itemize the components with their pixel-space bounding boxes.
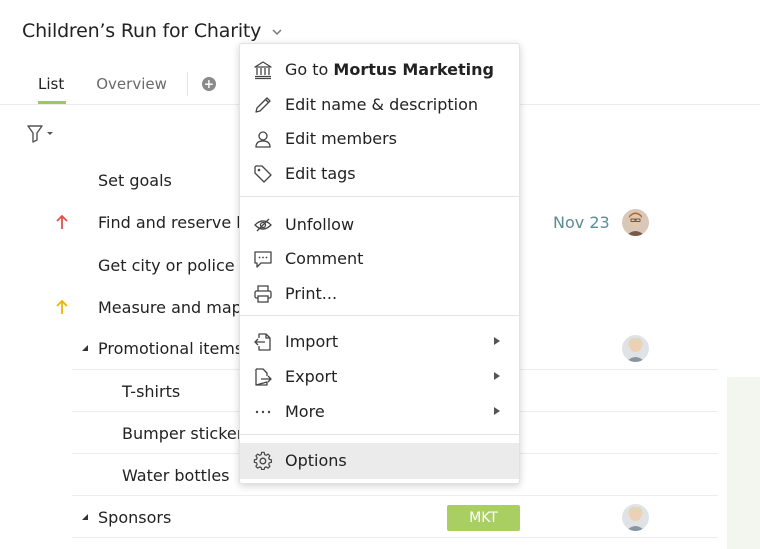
menu-item-edit-name[interactable]: Edit name & description xyxy=(240,87,519,121)
task-name: Water bottles xyxy=(122,466,230,485)
submenu-arrow-icon xyxy=(494,337,500,345)
menu-item-export[interactable]: Export xyxy=(240,359,519,393)
tab-divider xyxy=(186,72,188,96)
task-name: Get city or police ap xyxy=(98,256,260,275)
menu-item-label: Edit members xyxy=(285,129,397,148)
row-divider xyxy=(72,537,718,538)
submenu-arrow-icon xyxy=(494,372,500,380)
menu-item-label: Export xyxy=(285,367,338,386)
project-title: Children’s Run for Charity xyxy=(22,20,262,42)
menu-item-comment[interactable]: Comment xyxy=(240,241,519,275)
task-name: Find and reserve lo xyxy=(98,213,251,232)
menu-divider xyxy=(240,434,519,435)
task-name: Promotional items xyxy=(98,339,244,358)
menu-item-label: Import xyxy=(285,332,339,351)
menu-item-more[interactable]: More xyxy=(240,394,519,428)
gear-icon xyxy=(253,451,273,471)
tab-list[interactable]: List xyxy=(22,66,80,104)
project-header: Children’s Run for Charity xyxy=(22,20,284,42)
collapse-caret-icon[interactable] xyxy=(81,513,89,521)
menu-item-import[interactable]: Import xyxy=(240,324,519,358)
bank-icon xyxy=(254,61,272,80)
menu-item-label: Print... xyxy=(285,284,338,303)
menu-item-options[interactable]: Options xyxy=(240,443,519,479)
printer-icon xyxy=(254,285,272,303)
tab-overview[interactable]: Overview xyxy=(80,66,183,104)
task-name: T-shirts xyxy=(122,382,181,401)
filter-icon[interactable] xyxy=(27,124,57,144)
pencil-icon xyxy=(255,97,271,113)
menu-item-go-to[interactable]: Go to Mortus Marketing xyxy=(240,52,519,86)
menu-item-label: Options xyxy=(285,451,347,470)
menu-item-edit-tags[interactable]: Edit tags xyxy=(240,156,519,190)
menu-item-label: Go to Mortus Marketing xyxy=(285,60,495,79)
avatar[interactable] xyxy=(622,504,649,531)
view-tabs: List Overview + xyxy=(22,66,216,104)
chevron-down-icon[interactable] xyxy=(270,25,284,39)
task-row[interactable]: Sponsors MKT xyxy=(0,496,760,538)
tag-badge[interactable]: MKT xyxy=(447,505,520,531)
project-context-menu: Go to Mortus Marketing Edit name & descr… xyxy=(239,43,520,484)
menu-item-label: Unfollow xyxy=(285,215,355,234)
task-name: Set goals xyxy=(98,171,172,190)
menu-item-edit-members[interactable]: Edit members xyxy=(240,121,519,155)
menu-item-label: More xyxy=(285,402,325,421)
more-icon xyxy=(255,410,271,414)
tag-icon xyxy=(254,165,272,183)
due-date[interactable]: Nov 23 xyxy=(553,213,610,232)
collapse-caret-icon[interactable] xyxy=(81,344,89,352)
unfollow-eye-icon xyxy=(254,218,272,232)
task-name: Measure and map c xyxy=(98,298,256,317)
avatar[interactable] xyxy=(622,209,649,236)
task-name: Bumper stickers xyxy=(122,424,252,443)
menu-item-label: Edit tags xyxy=(285,164,356,183)
menu-divider xyxy=(240,315,519,316)
priority-medium-arrow-icon xyxy=(56,299,68,314)
comment-icon xyxy=(254,251,272,268)
avatar[interactable] xyxy=(622,335,649,362)
menu-item-unfollow[interactable]: Unfollow xyxy=(240,207,519,241)
add-tab-button[interactable]: + xyxy=(201,77,216,91)
import-icon xyxy=(254,333,271,351)
menu-item-label: Edit name & description xyxy=(285,95,479,114)
side-panel-edge xyxy=(727,377,760,549)
submenu-arrow-icon xyxy=(494,407,500,415)
task-name: Sponsors xyxy=(98,508,172,527)
menu-item-label: Comment xyxy=(285,249,364,268)
menu-divider xyxy=(240,196,519,197)
person-icon xyxy=(255,131,271,148)
export-icon xyxy=(255,368,272,386)
priority-high-arrow-icon xyxy=(56,214,68,229)
menu-item-print[interactable]: Print... xyxy=(240,276,519,310)
